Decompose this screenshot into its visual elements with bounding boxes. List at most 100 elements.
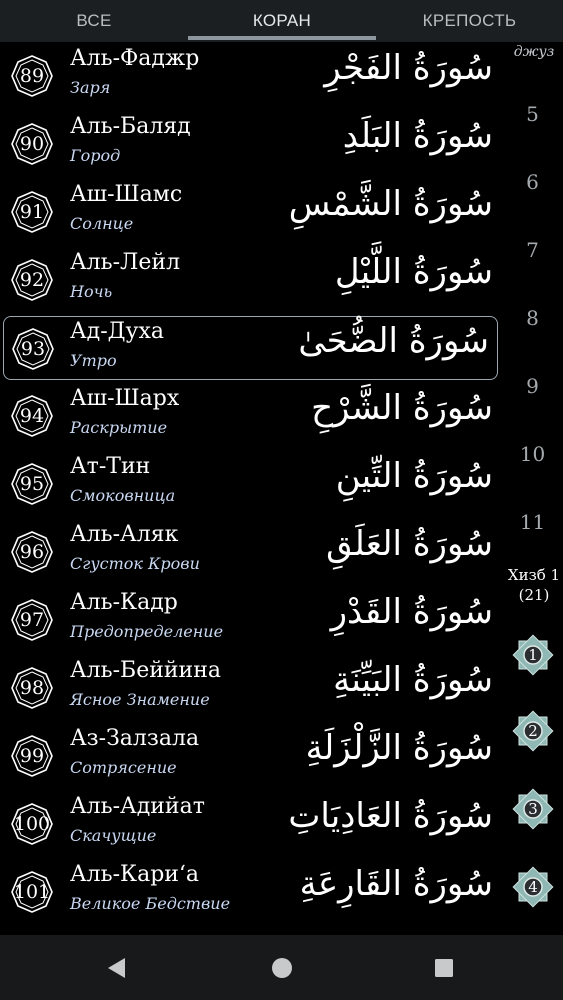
surah-name: Ат-Тин [70,454,151,479]
surah-number-badge: 101 [10,870,54,914]
surah-arabic-calligraphy: سُورَةُ العَادِيَاتِ [288,796,493,836]
surah-arabic-calligraphy: سُورَةُ الشَّمْسِ [288,184,493,224]
juz-number[interactable]: 6 [505,170,560,194]
surah-number-badge: 95 [10,462,54,506]
hizb-sub-label: (21) [518,586,550,604]
surah-row[interactable]: 95 Ат-Тин Смоковница سُورَةُ التِّينِ [0,450,505,518]
surah-row[interactable]: 90 Аль-Баляд Город سُورَةُ البَلَدِ [0,110,505,178]
surah-number-badge: 90 [10,122,54,166]
surah-arabic-calligraphy: سُورَةُ التِّينِ [335,456,493,496]
surah-name: Аз-Залзала [70,726,200,751]
surah-number-badge: 96 [10,530,54,574]
surah-translation: Смоковница [70,486,176,505]
surah-name: Аль-Беййина [70,658,222,683]
surah-row[interactable]: 89 Аль-Фаджр Заря سُورَةُ الفَجْرِ [0,42,505,110]
surah-number-badge: 92 [10,258,54,302]
surah-number: 101 [13,881,51,903]
surah-name: Аль-Лейл [70,250,181,275]
hizb-marker[interactable]: 1 [508,630,558,680]
surah-row[interactable]: 92 Аль-Лейл Ночь سُورَةُ اللَّيْلِ [0,246,505,314]
hizb-label: Хизб 1 [507,566,561,584]
surah-list[interactable]: 89 Аль-Фаджр Заря سُورَةُ الفَجْرِ 90 Аль-Бал… [0,42,505,935]
surah-translation: Скачущие [70,826,157,845]
surah-number: 94 [19,405,45,427]
surah-translation: Город [70,146,121,165]
surah-translation: Ночь [70,282,113,301]
surah-name: Аш-Шамс [70,182,183,207]
home-circle-icon[interactable] [269,955,295,981]
tab-all[interactable]: ВСЕ [0,0,188,42]
surah-number: 98 [19,677,45,699]
juz-number[interactable]: 11 [505,510,560,534]
surah-name: Аль-Адийат [70,794,205,819]
surah-row[interactable]: 98 Аль-Беййина Ясное Знамение سُورَةُ البَي… [0,654,505,722]
juz-number[interactable]: 9 [505,374,560,398]
surah-number-badge: 89 [10,54,54,98]
surah-translation: Ясное Знамение [70,690,210,709]
surah-row[interactable]: 94 Аш-Шарх Раскрытие سُورَةُ الشَّرْحِ [0,382,505,450]
surah-number: 96 [19,541,45,563]
active-tab-indicator [188,36,376,40]
hizb-marker[interactable]: 3 [508,784,558,834]
surah-number-badge: 94 [10,394,54,438]
surah-translation: Заря [70,78,111,97]
surah-arabic-calligraphy: سُورَةُ القَارِعَةِ [299,864,493,904]
surah-number: 100 [13,813,51,835]
hizb-marker-number: 4 [528,878,538,896]
surah-arabic-calligraphy: سُورَةُ البَيِّنَةِ [333,660,493,700]
surah-translation: Сгусток Крови [70,554,200,573]
surah-number-badge: 97 [10,598,54,642]
surah-number: 95 [19,473,45,495]
surah-arabic-calligraphy: سُورَةُ الزَّلْزَلَةِ [305,728,493,768]
tab-fortress[interactable]: КРЕПОСТЬ [376,0,563,42]
surah-name: Аль-Кари‘а [70,862,200,887]
surah-number: 90 [19,133,45,155]
surah-row[interactable]: 97 Аль-Кадр Предопределение سُورَةُ القَدْر… [0,586,505,654]
back-triangle-icon[interactable] [104,955,130,981]
surah-arabic-calligraphy: سُورَةُ القَدْرِ [330,592,493,632]
surah-row[interactable]: 96 Аль-Аляк Сгусток Крови سُورَةُ العَلَقِ [0,518,505,586]
hizb-marker-number: 3 [528,800,538,818]
surah-row[interactable]: 99 Аз-Залзала Сотрясение سُورَةُ الزَّلْزَل… [0,722,505,790]
surah-arabic-calligraphy: سُورَةُ اللَّيْلِ [334,252,493,292]
system-nav-bar [0,935,563,1000]
surah-name: Аш-Шарх [70,386,180,411]
surah-number-badge: 100 [10,802,54,846]
surah-translation: Раскрытие [70,418,168,437]
surah-row[interactable]: 101 Аль-Кари‘а Великое Бедствие سُورَةُ الق… [0,858,505,926]
surah-number: 92 [19,269,45,291]
surah-translation: Великое Бедствие [70,894,231,913]
surah-arabic-calligraphy: سُورَةُ البَلَدِ [342,116,493,156]
surah-row[interactable]: 93 Ад-Духа Утро سُورَةُ الضُّحَىٰ [3,316,498,380]
surah-row[interactable]: 91 Аш-Шамс Солнце سُورَةُ الشَّمْسِ [0,178,505,246]
surah-row[interactable]: 100 Аль-Адийат Скачущие سُورَةُ العَادِيَات… [0,790,505,858]
surah-arabic-calligraphy: سُورَةُ الضُّحَىٰ [298,321,489,361]
juz-number[interactable]: 7 [505,238,560,262]
surah-number: 99 [19,745,45,767]
surah-number-badge: 99 [10,734,54,778]
juz-hizb-sidebar: джуз 5 6 7 8 9 10 11 Хизб 1 (21) 1 2 3 4 [505,42,563,935]
surah-arabic-calligraphy: سُورَةُ العَلَقِ [326,524,493,564]
recents-square-icon[interactable] [431,955,457,981]
tab-bar: ВСЕ КОРАН КРЕПОСТЬ [0,0,563,42]
surah-name: Аль-Баляд [70,114,191,139]
surah-name: Ад-Духа [70,319,164,344]
surah-number-badge: 98 [10,666,54,710]
juz-number[interactable]: 5 [505,102,560,126]
hizb-marker[interactable]: 4 [508,862,558,912]
surah-number-badge: 91 [10,190,54,234]
surah-name: Аль-Фаджр [70,46,200,71]
surah-number: 97 [19,609,45,631]
surah-number-badge: 93 [11,327,55,371]
juz-number[interactable]: 10 [505,442,560,466]
juz-number[interactable]: 8 [505,306,560,330]
surah-translation: Солнце [70,214,134,233]
juz-header: джуз [513,44,555,60]
surah-arabic-calligraphy: سُورَةُ الفَجْرِ [324,48,493,88]
hizb-marker[interactable]: 2 [508,706,558,756]
surah-translation: Утро [70,351,117,370]
surah-translation: Предопределение [70,622,224,641]
surah-arabic-calligraphy: سُورَةُ الشَّرْحِ [311,388,493,428]
surah-translation: Сотрясение [70,758,177,777]
surah-number: 93 [20,338,46,360]
